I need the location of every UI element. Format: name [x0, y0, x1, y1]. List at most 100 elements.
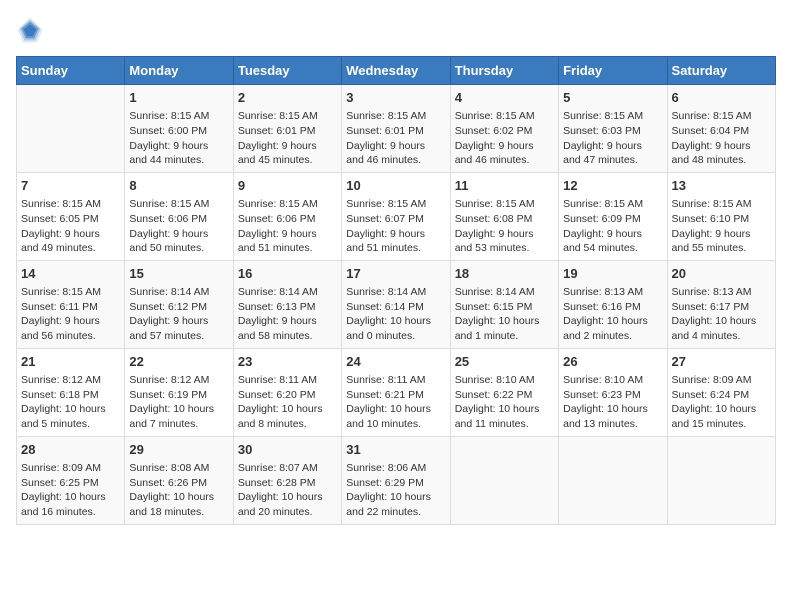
day-info: Sunrise: 8:15 AMSunset: 6:02 PMDaylight:… [455, 109, 554, 168]
calendar-cell: 9Sunrise: 8:15 AMSunset: 6:06 PMDaylight… [233, 172, 341, 260]
day-info: Sunrise: 8:15 AMSunset: 6:00 PMDaylight:… [129, 109, 228, 168]
day-number: 18 [455, 265, 554, 283]
calendar-cell: 27 Sunrise: 8:09 AMSunset: 6:24 PMDayligh… [667, 348, 775, 436]
day-info: Sunrise: 8:06 AMSunset: 6:29 PMDaylight:… [346, 461, 445, 520]
day-number: 1 [129, 89, 228, 107]
day-info: Sunrise: 8:15 AMSunset: 6:06 PMDaylight:… [129, 197, 228, 256]
calendar-cell [559, 436, 667, 524]
calendar-cell: 24Sunrise: 8:11 AMSunset: 6:21 PMDayligh… [342, 348, 450, 436]
day-info: Sunrise: 8:14 AMSunset: 6:12 PMDaylight:… [129, 285, 228, 344]
day-number: 25 [455, 353, 554, 371]
calendar-cell: 3 Sunrise: 8:15 AMSunset: 6:01 PMDaylight… [342, 85, 450, 173]
day-info: Sunrise: 8:15 AMSunset: 6:04 PMDaylight:… [672, 109, 771, 168]
header-saturday: Saturday [667, 57, 775, 85]
header-wednesday: Wednesday [342, 57, 450, 85]
calendar-cell: 16 Sunrise: 8:14 AMSunset: 6:13 PMDayligh… [233, 260, 341, 348]
day-number: 29 [129, 441, 228, 459]
day-info: Sunrise: 8:09 AMSunset: 6:25 PMDaylight:… [21, 461, 120, 520]
day-info: Sunrise: 8:13 AMSunset: 6:16 PMDaylight:… [563, 285, 662, 344]
day-info: Sunrise: 8:15 AMSunset: 6:11 PMDaylight:… [21, 285, 120, 344]
header-monday: Monday [125, 57, 233, 85]
calendar-cell: 11Sunrise: 8:15 AMSunset: 6:08 PMDayligh… [450, 172, 558, 260]
week-row-5: 28 Sunrise: 8:09 AMSunset: 6:25 PMDayligh… [17, 436, 776, 524]
calendar-cell: 18Sunrise: 8:14 AMSunset: 6:15 PMDayligh… [450, 260, 558, 348]
day-number: 22 [129, 353, 228, 371]
calendar-cell: 22 Sunrise: 8:12 AMSunset: 6:19 PMDayligh… [125, 348, 233, 436]
day-number: 23 [238, 353, 337, 371]
day-number: 16 [238, 265, 337, 283]
header-thursday: Thursday [450, 57, 558, 85]
calendar-cell: 23Sunrise: 8:11 AMSunset: 6:20 PMDayligh… [233, 348, 341, 436]
day-number: 26 [563, 353, 662, 371]
day-number: 30 [238, 441, 337, 459]
header-friday: Friday [559, 57, 667, 85]
day-number: 17 [346, 265, 445, 283]
week-row-1: 1 Sunrise: 8:15 AMSunset: 6:00 PMDaylight… [17, 85, 776, 173]
day-info: Sunrise: 8:15 AMSunset: 6:05 PMDaylight:… [21, 197, 120, 256]
day-info: Sunrise: 8:14 AMSunset: 6:14 PMDaylight:… [346, 285, 445, 344]
calendar-cell: 10Sunrise: 8:15 AMSunset: 6:07 PMDayligh… [342, 172, 450, 260]
day-number: 28 [21, 441, 120, 459]
day-info: Sunrise: 8:09 AMSunset: 6:24 PMDaylight:… [672, 373, 771, 432]
day-info: Sunrise: 8:15 AMSunset: 6:01 PMDaylight:… [346, 109, 445, 168]
calendar-cell: 26Sunrise: 8:10 AMSunset: 6:23 PMDayligh… [559, 348, 667, 436]
day-number: 4 [455, 89, 554, 107]
header-sunday: Sunday [17, 57, 125, 85]
header-row: SundayMondayTuesdayWednesdayThursdayFrid… [17, 57, 776, 85]
page-header [16, 16, 776, 44]
calendar-cell: 7 Sunrise: 8:15 AMSunset: 6:05 PMDaylight… [17, 172, 125, 260]
logo-icon [16, 16, 44, 44]
calendar-cell [667, 436, 775, 524]
day-number: 2 [238, 89, 337, 107]
day-number: 31 [346, 441, 445, 459]
header-tuesday: Tuesday [233, 57, 341, 85]
day-info: Sunrise: 8:07 AMSunset: 6:28 PMDaylight:… [238, 461, 337, 520]
day-info: Sunrise: 8:15 AMSunset: 6:01 PMDaylight:… [238, 109, 337, 168]
calendar-cell [450, 436, 558, 524]
calendar-table: SundayMondayTuesdayWednesdayThursdayFrid… [16, 56, 776, 525]
day-info: Sunrise: 8:10 AMSunset: 6:22 PMDaylight:… [455, 373, 554, 432]
day-number: 20 [672, 265, 771, 283]
day-info: Sunrise: 8:15 AMSunset: 6:08 PMDaylight:… [455, 197, 554, 256]
day-number: 5 [563, 89, 662, 107]
day-info: Sunrise: 8:12 AMSunset: 6:18 PMDaylight:… [21, 373, 120, 432]
day-info: Sunrise: 8:08 AMSunset: 6:26 PMDaylight:… [129, 461, 228, 520]
day-number: 7 [21, 177, 120, 195]
day-number: 13 [672, 177, 771, 195]
calendar-cell: 15 Sunrise: 8:14 AMSunset: 6:12 PMDayligh… [125, 260, 233, 348]
calendar-cell: 4 Sunrise: 8:15 AMSunset: 6:02 PMDaylight… [450, 85, 558, 173]
calendar-cell: 8 Sunrise: 8:15 AMSunset: 6:06 PMDaylight… [125, 172, 233, 260]
week-row-2: 7 Sunrise: 8:15 AMSunset: 6:05 PMDaylight… [17, 172, 776, 260]
calendar-cell: 19 Sunrise: 8:13 AMSunset: 6:16 PMDayligh… [559, 260, 667, 348]
day-number: 8 [129, 177, 228, 195]
calendar-cell: 6 Sunrise: 8:15 AMSunset: 6:04 PMDaylight… [667, 85, 775, 173]
calendar-cell: 20 Sunrise: 8:13 AMSunset: 6:17 PMDayligh… [667, 260, 775, 348]
day-info: Sunrise: 8:12 AMSunset: 6:19 PMDaylight:… [129, 373, 228, 432]
calendar-cell: 28 Sunrise: 8:09 AMSunset: 6:25 PMDayligh… [17, 436, 125, 524]
day-number: 14 [21, 265, 120, 283]
day-number: 15 [129, 265, 228, 283]
week-row-3: 14 Sunrise: 8:15 AMSunset: 6:11 PMDayligh… [17, 260, 776, 348]
day-number: 19 [563, 265, 662, 283]
calendar-cell: 1 Sunrise: 8:15 AMSunset: 6:00 PMDaylight… [125, 85, 233, 173]
day-info: Sunrise: 8:13 AMSunset: 6:17 PMDaylight:… [672, 285, 771, 344]
calendar-cell: 25 Sunrise: 8:10 AMSunset: 6:22 PMDayligh… [450, 348, 558, 436]
day-number: 6 [672, 89, 771, 107]
week-row-4: 21Sunrise: 8:12 AMSunset: 6:18 PMDayligh… [17, 348, 776, 436]
logo [16, 16, 48, 44]
day-number: 27 [672, 353, 771, 371]
day-number: 3 [346, 89, 445, 107]
calendar-cell: 17 Sunrise: 8:14 AMSunset: 6:14 PMDayligh… [342, 260, 450, 348]
day-number: 10 [346, 177, 445, 195]
calendar-cell: 12 Sunrise: 8:15 AMSunset: 6:09 PMDayligh… [559, 172, 667, 260]
calendar-cell: 14 Sunrise: 8:15 AMSunset: 6:11 PMDayligh… [17, 260, 125, 348]
calendar-cell [17, 85, 125, 173]
day-info: Sunrise: 8:15 AMSunset: 6:03 PMDaylight:… [563, 109, 662, 168]
day-number: 12 [563, 177, 662, 195]
day-number: 24 [346, 353, 445, 371]
day-info: Sunrise: 8:15 AMSunset: 6:09 PMDaylight:… [563, 197, 662, 256]
day-info: Sunrise: 8:14 AMSunset: 6:13 PMDaylight:… [238, 285, 337, 344]
calendar-cell: 21Sunrise: 8:12 AMSunset: 6:18 PMDayligh… [17, 348, 125, 436]
calendar-cell: 2 Sunrise: 8:15 AMSunset: 6:01 PMDaylight… [233, 85, 341, 173]
calendar-cell: 29 Sunrise: 8:08 AMSunset: 6:26 PMDayligh… [125, 436, 233, 524]
